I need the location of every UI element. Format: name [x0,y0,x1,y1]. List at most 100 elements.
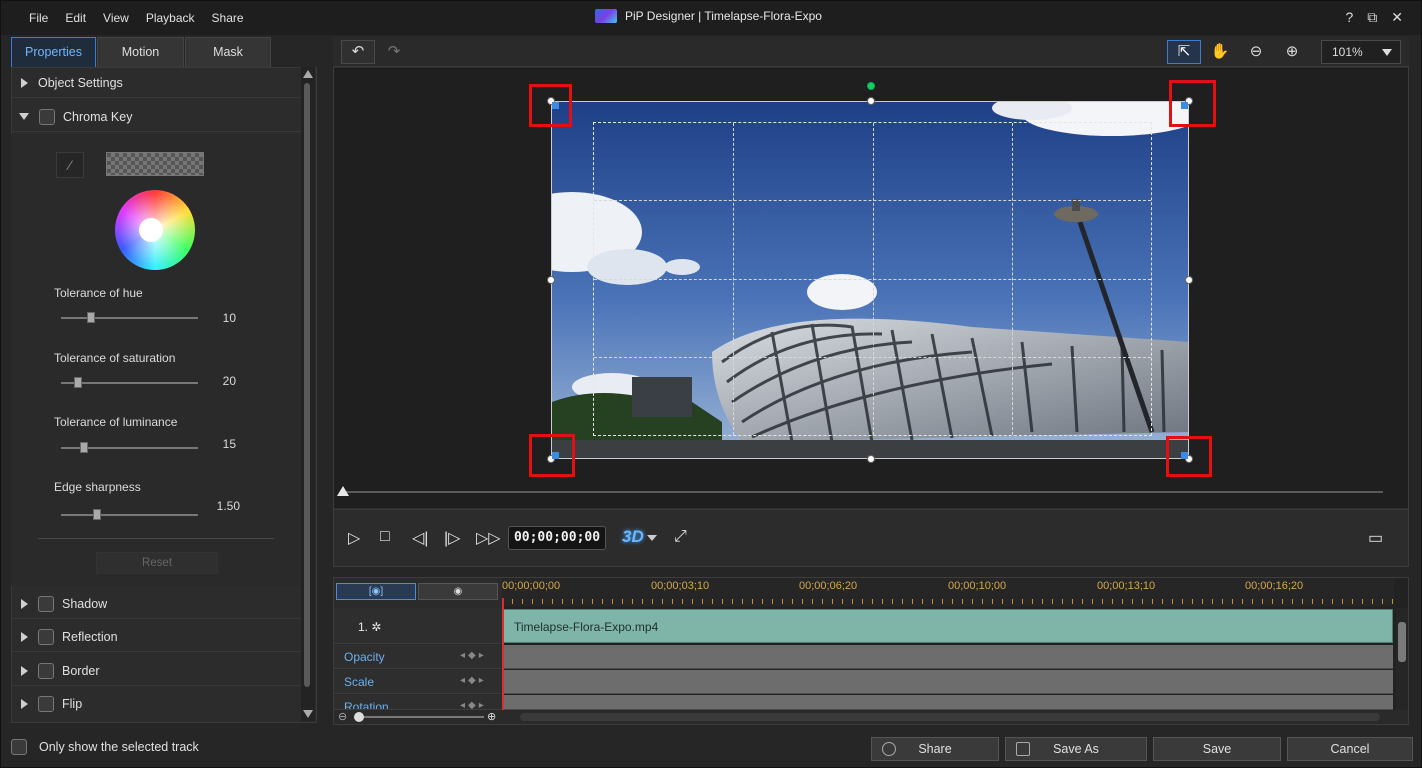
eyedropper-icon[interactable]: ⁄ [56,152,84,178]
reflection-checkbox[interactable] [38,628,54,645]
border-checkbox[interactable] [38,662,54,679]
scale-lane[interactable] [503,670,1393,694]
timeline-zoom-slider[interactable] [354,716,484,718]
reset-button[interactable]: Reset [96,552,218,574]
shadow-checkbox[interactable] [38,595,54,612]
resize-handle-bottom[interactable] [867,455,875,463]
undo-icon[interactable]: ↶ [341,40,375,64]
menu-file[interactable]: File [29,11,48,25]
share-button[interactable]: Share [871,737,999,761]
restore-icon[interactable]: ⧉ [1367,9,1377,26]
track-view-button[interactable]: [◉] [336,583,416,600]
section-flip[interactable]: Flip [11,689,301,719]
expand-arrow-icon[interactable] [21,631,28,642]
cancel-button[interactable]: Cancel [1287,737,1413,761]
scale-row[interactable]: Scale ◂◆▸ [334,670,502,694]
close-icon[interactable]: ✕ [1391,9,1403,26]
video-clip[interactable]: Timelapse-Flora-Expo.mp4 [503,609,1393,643]
fast-forward-icon[interactable]: ▷▷ [476,528,501,548]
color-wheel-center[interactable] [139,218,163,242]
menu-playback[interactable]: Playback [146,11,195,25]
preview-seek-bar[interactable] [341,491,1383,493]
stop-icon[interactable]: □ [380,528,390,546]
highlight-box-bottom-right [1166,436,1212,477]
slider-thumb[interactable] [74,377,82,388]
tab-properties[interactable]: Properties [11,37,96,67]
resize-handle-right[interactable] [1185,276,1193,284]
resize-handle-left[interactable] [547,276,555,284]
expand-arrow-icon[interactable] [21,77,28,88]
redo-icon[interactable]: ↷ [377,40,411,64]
save-as-label: Save As [1053,742,1099,756]
timeline-zoom-knob[interactable] [354,712,364,722]
properties-scrollbar[interactable] [301,67,315,721]
fullscreen-icon[interactable]: ⤢ [674,528,687,546]
chroma-key-checkbox[interactable] [39,108,55,125]
section-chroma-key[interactable]: Chroma Key [11,102,301,132]
seek-knob[interactable] [337,486,349,496]
opacity-row[interactable]: Opacity ◂◆▸ [334,645,502,669]
highlight-box-top-left [529,84,572,127]
preview-size-icon[interactable]: ▭ [1368,528,1383,548]
scroll-thumb[interactable] [1398,622,1406,662]
menu-share[interactable]: Share [212,11,244,25]
timeline-zoom-out-icon[interactable]: ⊖ [338,710,347,723]
timecode-display[interactable]: 00;00;00;00 [508,526,606,550]
tab-mask[interactable]: Mask [185,37,271,67]
rotation-lane[interactable] [503,695,1393,710]
chevron-down-icon[interactable] [647,535,657,541]
timeline-playhead[interactable] [502,598,504,716]
resize-handle-top[interactable] [867,97,875,105]
keyframe-nav-icon[interactable]: ◂◆▸ [460,675,487,686]
rotation-handle[interactable] [867,82,875,90]
scroll-down-icon[interactable] [303,710,313,718]
rotation-row[interactable]: Rotation ◂◆▸ [334,695,502,710]
keyframe-nav-icon[interactable]: ◂◆▸ [460,700,487,709]
hand-tool-icon[interactable]: ✋ [1203,40,1237,64]
app-logo-icon [595,9,617,23]
collapse-arrow-icon[interactable] [19,113,29,120]
keyframe-nav-icon[interactable]: ◂◆▸ [460,650,487,661]
expand-arrow-icon[interactable] [21,699,28,709]
time-ruler[interactable]: 00;00;00;00 00;00;03;10 00;00;06;20 00;0… [502,578,1394,606]
only-selected-track-checkbox[interactable] [11,739,27,755]
tab-motion[interactable]: Motion [97,37,184,67]
zoom-out-icon[interactable]: ⊖ [1239,40,1273,64]
play-icon[interactable]: ▷ [348,528,360,548]
3d-mode-button[interactable]: 3D [622,527,644,547]
scroll-thumb[interactable] [304,83,310,687]
slider-thumb[interactable] [80,442,88,453]
edge-sharpness-slider[interactable] [61,509,198,520]
menu-view[interactable]: View [103,11,129,25]
timeline-vertical-scrollbar[interactable] [1396,608,1408,714]
key-color-swatch[interactable] [106,152,204,176]
only-selected-track-option[interactable]: Only show the selected track [11,739,199,755]
timeline-horizontal-scrollbar[interactable] [520,713,1380,721]
previous-frame-icon[interactable]: ◁| [412,528,428,548]
save-as-button[interactable]: Save As [1005,737,1147,761]
slider-thumb[interactable] [87,312,95,323]
opacity-lane[interactable] [503,645,1393,669]
timeline-zoom-in-icon[interactable]: ⊕ [487,710,496,723]
scroll-up-icon[interactable] [303,70,313,78]
zoom-select[interactable]: 101% [1321,40,1401,64]
save-button[interactable]: Save [1153,737,1281,761]
section-object-settings[interactable]: Object Settings [11,68,301,98]
track-header[interactable]: 1. ✲ [334,608,502,644]
section-reflection[interactable]: Reflection [11,622,301,652]
slider-thumb[interactable] [93,509,101,520]
expand-arrow-icon[interactable] [21,598,28,609]
title-bar: File Edit View Playback Share PiP Design… [1,1,1421,35]
section-border[interactable]: Border [11,656,301,686]
help-icon[interactable]: ? [1345,9,1353,26]
keyframe-view-button[interactable]: ◉ [418,583,498,600]
section-label: Shadow [62,596,108,611]
menu-edit[interactable]: Edit [65,11,86,25]
ruler-label: 00;00;00;00 [502,580,561,592]
zoom-in-icon[interactable]: ⊕ [1275,40,1309,64]
next-frame-icon[interactable]: |▷ [444,528,460,548]
expand-arrow-icon[interactable] [21,665,28,676]
flip-checkbox[interactable] [38,696,54,712]
select-move-icon[interactable]: ⇱ [1167,40,1201,64]
section-shadow[interactable]: Shadow [11,589,301,619]
